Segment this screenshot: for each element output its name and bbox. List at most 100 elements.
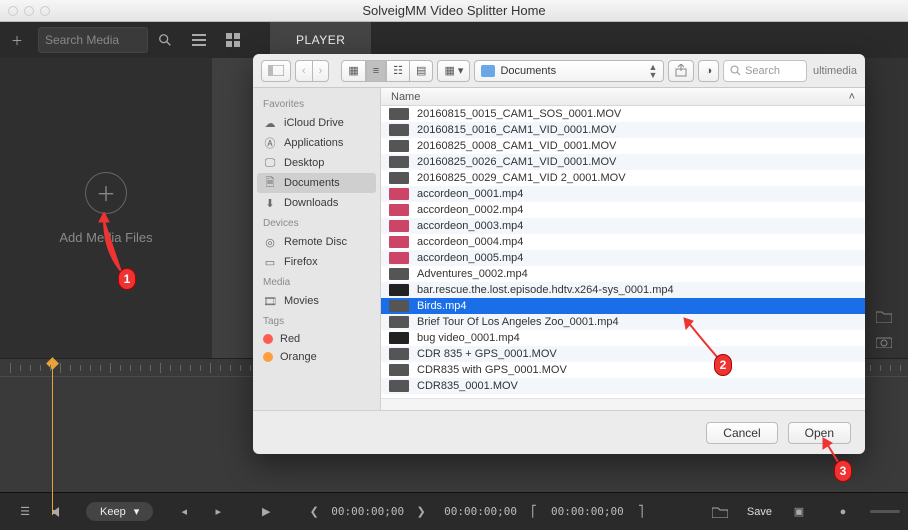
menu-icon[interactable]: ☰ bbox=[8, 498, 42, 526]
sidebar-tag-red[interactable]: Red bbox=[253, 330, 380, 348]
set-out-icon[interactable]: ⎤ bbox=[624, 498, 658, 526]
icon-view-icon[interactable]: ▦ bbox=[341, 60, 365, 82]
orange-dot-icon bbox=[263, 352, 273, 362]
updown-icon: ▲▼ bbox=[649, 63, 658, 79]
cancel-button[interactable]: Cancel bbox=[706, 422, 777, 444]
sidebar-head-devices: Devices bbox=[253, 213, 380, 232]
sidebar-item-firefox[interactable]: ▭Firefox bbox=[253, 252, 380, 272]
open-button[interactable]: Open bbox=[788, 422, 851, 444]
step-fwd-icon[interactable]: ❯ bbox=[404, 498, 438, 526]
column-view-icon[interactable]: ☷ bbox=[386, 60, 410, 82]
search-icon[interactable] bbox=[148, 26, 182, 54]
list-view-icon[interactable]: ≡ bbox=[366, 60, 386, 82]
view-mode-segmented[interactable]: ▦ ≡ ☷ ▤ bbox=[341, 60, 433, 82]
save-mode-icon[interactable]: ▣ bbox=[782, 498, 816, 526]
file-thumb-icon bbox=[389, 348, 409, 360]
prev-marker-icon[interactable]: ◂ bbox=[167, 498, 201, 526]
step-back-icon[interactable]: ❮ bbox=[297, 498, 331, 526]
file-row[interactable]: accordeon_0005.mp4 bbox=[381, 250, 865, 266]
nav-back-button[interactable]: ‹ bbox=[295, 60, 313, 82]
file-row[interactable]: CDR835 with GPS_0001.MOV bbox=[381, 362, 865, 378]
record-icon[interactable]: ● bbox=[826, 498, 860, 526]
volume-icon[interactable] bbox=[42, 498, 76, 526]
horizontal-scrollbar[interactable] bbox=[381, 398, 865, 410]
file-row[interactable]: Birds.mp4 bbox=[381, 298, 865, 314]
downloads-icon: ⬇ bbox=[263, 196, 277, 210]
bottom-toolbar: ☰ Keep▾ ◂ ▸ ▶ ❮ 00:00:00;00 ❯ 00:00:00;0… bbox=[0, 492, 908, 530]
sidebar-item-desktop[interactable]: 🖵Desktop bbox=[253, 153, 380, 173]
file-name: bar.rescue.the.lost.episode.hdtv.x264-sy… bbox=[417, 284, 674, 296]
traffic-lights[interactable] bbox=[8, 6, 50, 16]
keep-mode-toggle[interactable]: Keep▾ bbox=[86, 502, 153, 521]
open-folder-icon[interactable] bbox=[703, 498, 737, 526]
add-button[interactable]: ＋ bbox=[0, 26, 34, 54]
file-row[interactable]: 20160815_0015_CAM1_SOS_0001.MOV bbox=[381, 106, 865, 122]
folder-icon[interactable] bbox=[872, 304, 896, 328]
coverflow-view-icon[interactable]: ▤ bbox=[410, 60, 433, 82]
file-row[interactable]: 20160825_0008_CAM1_VID_0001.MOV bbox=[381, 138, 865, 154]
file-row[interactable]: CDR835_0001.MOV bbox=[381, 378, 865, 394]
file-name: CDR 835 + GPS_0001.MOV bbox=[417, 348, 557, 360]
tags-icon[interactable]: ◑ bbox=[698, 60, 719, 82]
column-header[interactable]: Name ˄ bbox=[381, 88, 865, 106]
file-row[interactable]: 20160825_0026_CAM1_VID_0001.MOV bbox=[381, 154, 865, 170]
file-row[interactable]: bar.rescue.the.lost.episode.hdtv.x264-sy… bbox=[381, 282, 865, 298]
next-marker-icon[interactable]: ▸ bbox=[201, 498, 235, 526]
sidebar-item-movies[interactable]: 🎞Movies bbox=[253, 291, 380, 311]
file-name: Birds.mp4 bbox=[417, 300, 467, 312]
file-name: CDR835_0001.MOV bbox=[417, 380, 518, 392]
file-row[interactable]: accordeon_0004.mp4 bbox=[381, 234, 865, 250]
file-row[interactable]: Adventures_0002.mp4 bbox=[381, 266, 865, 282]
file-name: accordeon_0004.mp4 bbox=[417, 236, 523, 248]
grid-view-icon[interactable] bbox=[216, 26, 250, 54]
file-thumb-icon bbox=[389, 252, 409, 264]
file-row[interactable]: 20160825_0029_CAM1_VID 2_0001.MOV bbox=[381, 170, 865, 186]
file-name: accordeon_0005.mp4 bbox=[417, 252, 523, 264]
file-row[interactable]: bug video_0001.mp4 bbox=[381, 330, 865, 346]
file-row[interactable]: accordeon_0002.mp4 bbox=[381, 202, 865, 218]
set-in-icon[interactable]: ⎡ bbox=[517, 498, 551, 526]
add-media-label: Add Media Files bbox=[59, 230, 152, 245]
path-dropdown[interactable]: Documents ▲▼ bbox=[474, 60, 664, 82]
share-icon[interactable] bbox=[668, 60, 694, 82]
list-view-icon[interactable] bbox=[182, 26, 216, 54]
nav-forward-button[interactable]: › bbox=[313, 60, 330, 82]
sidebar-head-tags: Tags bbox=[253, 311, 380, 330]
file-row[interactable]: accordeon_0003.mp4 bbox=[381, 218, 865, 234]
file-thumb-icon bbox=[389, 204, 409, 216]
file-thumb-icon bbox=[389, 332, 409, 344]
desktop-icon: 🖵 bbox=[263, 156, 277, 170]
save-button[interactable]: Save bbox=[747, 506, 772, 518]
sidebar-item-apps[interactable]: ⒶApplications bbox=[253, 133, 380, 153]
dialog-sidebar: Favorites ☁iCloud Drive ⒶApplications 🖵D… bbox=[253, 88, 381, 410]
file-row[interactable]: CDR 835 + GPS_0001.MOV bbox=[381, 346, 865, 362]
search-input[interactable]: Search Media bbox=[38, 27, 148, 53]
file-name: CDR835 with GPS_0001.MOV bbox=[417, 364, 567, 376]
sidebar-head-media: Media bbox=[253, 272, 380, 291]
file-thumb-icon bbox=[389, 188, 409, 200]
file-row[interactable]: Brief Tour Of Los Angeles Zoo_0001.mp4 bbox=[381, 314, 865, 330]
tab-player[interactable]: PLAYER bbox=[270, 22, 371, 58]
dialog-search-input[interactable]: Search bbox=[723, 60, 807, 82]
cloud-icon: ☁ bbox=[263, 116, 277, 130]
camera-icon[interactable] bbox=[872, 330, 896, 354]
sidebar-item-remote[interactable]: ◎Remote Disc bbox=[253, 232, 380, 252]
file-row[interactable]: 20160815_0016_CAM1_VID_0001.MOV bbox=[381, 122, 865, 138]
file-thumb-icon bbox=[389, 380, 409, 392]
file-list[interactable]: 20160815_0015_CAM1_SOS_0001.MOV20160815_… bbox=[381, 106, 865, 398]
add-media-button[interactable]: ＋ bbox=[85, 172, 127, 214]
play-icon[interactable]: ▶ bbox=[249, 498, 283, 526]
window-title: SolveigMM Video Splitter Home bbox=[362, 3, 545, 18]
col-name-label: Name bbox=[391, 91, 420, 103]
sidebar-tag-orange[interactable]: Orange bbox=[253, 348, 380, 366]
file-thumb-icon bbox=[389, 172, 409, 184]
sidebar-item-downloads[interactable]: ⬇Downloads bbox=[253, 193, 380, 213]
playhead-marker[interactable] bbox=[52, 359, 57, 368]
arrange-menu[interactable]: ▦ ▾ bbox=[437, 60, 470, 82]
sidebar-toggle-icon[interactable] bbox=[261, 60, 291, 82]
file-thumb-icon bbox=[389, 124, 409, 136]
sidebar-item-documents[interactable]: 🗎Documents bbox=[257, 173, 376, 193]
zoom-slider[interactable] bbox=[870, 510, 900, 513]
sidebar-item-icloud[interactable]: ☁iCloud Drive bbox=[253, 113, 380, 133]
file-row[interactable]: accordeon_0001.mp4 bbox=[381, 186, 865, 202]
